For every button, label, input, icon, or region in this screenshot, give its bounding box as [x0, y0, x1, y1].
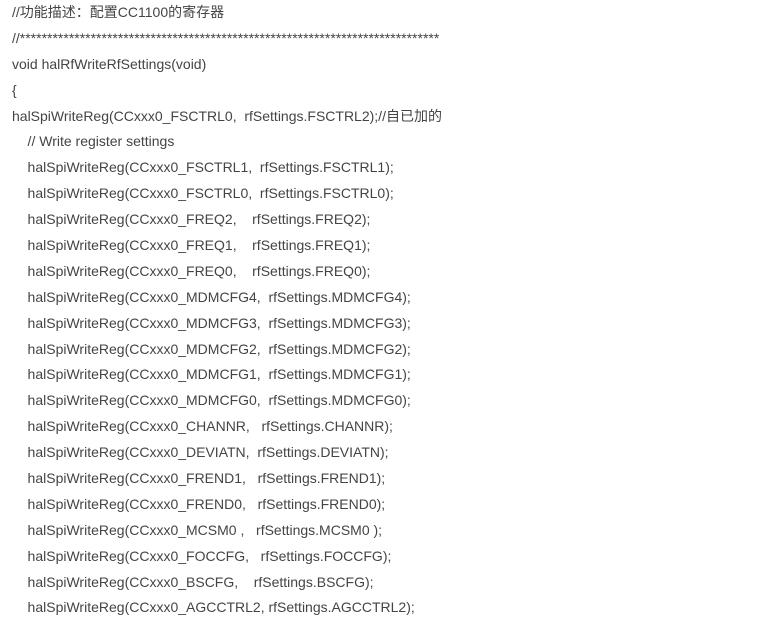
- code-line: halSpiWriteReg(CCxxx0_MCSM0 , rfSettings…: [12, 522, 382, 538]
- code-block: //功能描述：配置CC1100的寄存器 //******************…: [0, 0, 783, 621]
- code-line: //**************************************…: [12, 30, 439, 46]
- code-line: halSpiWriteReg(CCxxx0_MDMCFG3, rfSetting…: [12, 315, 411, 331]
- code-line: halSpiWriteReg(CCxxx0_MDMCFG1, rfSetting…: [12, 366, 411, 382]
- code-line: halSpiWriteReg(CCxxx0_FREQ0, rfSettings.…: [12, 263, 370, 279]
- code-line: halSpiWriteReg(CCxxx0_MDMCFG0, rfSetting…: [12, 392, 411, 408]
- code-line: halSpiWriteReg(CCxxx0_FREQ2, rfSettings.…: [12, 211, 370, 227]
- code-line: halSpiWriteReg(CCxxx0_FSCTRL0, rfSetting…: [12, 185, 394, 201]
- code-line: halSpiWriteReg(CCxxx0_DEVIATN, rfSetting…: [12, 444, 389, 460]
- code-line: halSpiWriteReg(CCxxx0_MDMCFG4, rfSetting…: [12, 289, 411, 305]
- code-line: halSpiWriteReg(CCxxx0_MDMCFG2, rfSetting…: [12, 341, 411, 357]
- code-line: // Write register settings: [12, 133, 174, 149]
- code-line: halSpiWriteReg(CCxxx0_FREND1, rfSettings…: [12, 470, 385, 486]
- code-line: halSpiWriteReg(CCxxx0_BSCFG, rfSettings.…: [12, 574, 374, 590]
- code-line: //功能描述：配置CC1100的寄存器: [12, 4, 224, 20]
- code-line: halSpiWriteReg(CCxxx0_FREQ1, rfSettings.…: [12, 237, 370, 253]
- code-line: halSpiWriteReg(CCxxx0_FSCTRL1, rfSetting…: [12, 159, 394, 175]
- code-line: halSpiWriteReg(CCxxx0_CHANNR, rfSettings…: [12, 418, 393, 434]
- code-line: void halRfWriteRfSettings(void): [12, 56, 206, 72]
- code-line: halSpiWriteReg(CCxxx0_AGCCTRL2, rfSettin…: [12, 599, 415, 615]
- code-line: halSpiWriteReg(CCxxx0_FSCTRL0, rfSetting…: [12, 108, 442, 124]
- code-line: {: [12, 82, 17, 98]
- code-line: halSpiWriteReg(CCxxx0_FOCCFG, rfSettings…: [12, 548, 391, 564]
- code-line: halSpiWriteReg(CCxxx0_FREND0, rfSettings…: [12, 496, 385, 512]
